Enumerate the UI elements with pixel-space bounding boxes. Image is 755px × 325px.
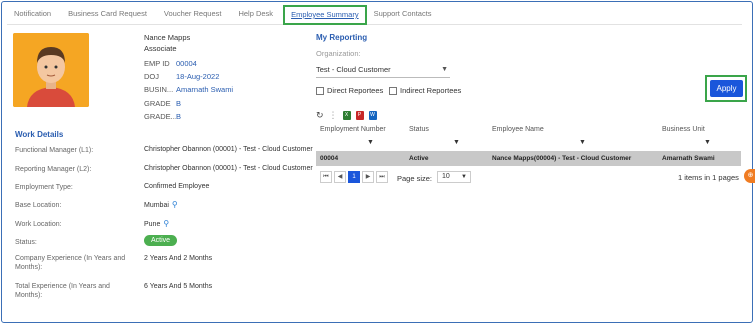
wd-label-employment-type: Employment Type:	[15, 184, 73, 191]
status-badge: Active	[144, 235, 178, 246]
employee-name: Nance Mapps	[144, 33, 191, 42]
grid-pager: ⏮ ◀ 1 ▶ ⏭ Page size: 10 ▼ 1 items in 1 pa…	[316, 170, 741, 187]
field-emp-id: EMP ID 00004	[144, 59, 197, 68]
page-size-label: Page size:	[397, 174, 433, 183]
cell-employment-number: 00004	[320, 155, 339, 162]
my-reporting-title: My Reporting	[316, 33, 368, 42]
wd-value-work-location: Pune ⚲	[144, 219, 170, 228]
field-business-unit: BUSIN... Amarnath Swami	[144, 85, 234, 94]
tab-employee-summary[interactable]: Employee Summary	[283, 5, 367, 25]
wd-label-company-experience: Company Experience (In Years and Months)…	[15, 255, 126, 271]
column-header-employee-name[interactable]: Employee Name	[492, 126, 544, 133]
tab-business-card-request[interactable]: Business Card Request	[61, 5, 157, 25]
work-details-title: Work Details	[15, 130, 64, 139]
filter-icon[interactable]: ▼	[367, 139, 374, 146]
filter-icon[interactable]: ▼	[579, 139, 586, 146]
grid-toolbar: ↻ ⋮ X P W	[316, 109, 377, 122]
wd-label-work-location: Work Location:	[15, 221, 62, 228]
tab-support-contacts[interactable]: Support Contacts	[367, 5, 442, 25]
location-pin-icon: ⚲	[163, 219, 170, 228]
prev-page-icon[interactable]: ◀	[334, 171, 346, 183]
excel-export-icon[interactable]: X	[342, 111, 351, 120]
last-page-icon[interactable]: ⏭	[376, 171, 388, 183]
checkbox-box[interactable]	[389, 86, 397, 95]
cell-employee-name: Nance Mapps(00004) - Test - Cloud Custom…	[492, 155, 632, 162]
direct-reportees-checkbox[interactable]: Direct Reportees	[316, 86, 383, 95]
table-row[interactable]: 00004 Active Nance Mapps(00004) - Test -…	[316, 151, 741, 166]
tab-help-desk[interactable]: Help Desk	[231, 5, 283, 25]
refresh-icon[interactable]: ↻	[316, 110, 324, 121]
wd-value-functional-manager: Christopher Obannon (00001) - Test - Clo…	[144, 146, 313, 153]
wd-value-base-location: Mumbai ⚲	[144, 200, 178, 209]
pdf-export-icon[interactable]: P	[355, 111, 364, 120]
filter-icon[interactable]: ▼	[453, 139, 460, 146]
wd-value-status: Active	[144, 235, 178, 246]
grid-filter-row: ▼ ▼ ▼ ▼	[316, 139, 741, 150]
location-pin-icon: ⚲	[171, 200, 178, 209]
wd-label-status: Status:	[15, 239, 37, 246]
avatar-illustration	[13, 33, 89, 107]
field-doj: DOJ 18-Aug-2022	[144, 72, 220, 81]
wd-label-reporting-manager: Reporting Manager (L2):	[15, 166, 92, 173]
field-grade: GRADE B	[144, 99, 182, 108]
column-header-business-unit[interactable]: Business Unit	[662, 126, 705, 133]
wd-label-total-experience: Total Experience (In Years and Months):	[15, 283, 110, 299]
checkbox-box[interactable]	[316, 86, 324, 95]
column-header-status[interactable]: Status	[409, 126, 429, 133]
cell-status: Active	[409, 155, 429, 162]
organization-select[interactable]: Test - Cloud Customer ▼	[316, 65, 450, 78]
apply-button[interactable]: Apply	[710, 80, 743, 97]
next-page-icon[interactable]: ▶	[362, 171, 374, 183]
employee-role: Associate	[144, 44, 177, 53]
organization-label: Organization:	[316, 49, 361, 58]
side-widget-icon[interactable]: ⊕	[744, 169, 755, 183]
apply-highlight: Apply	[705, 75, 747, 102]
indirect-reportees-checkbox[interactable]: Indirect Reportees	[389, 86, 461, 95]
filter-icon[interactable]: ▼	[704, 139, 711, 146]
more-vertical-icon[interactable]: ⋮	[329, 110, 338, 121]
column-header-employment-number[interactable]: Employment Number	[320, 126, 386, 133]
cell-business-unit: Amarnath Swami	[662, 155, 715, 162]
word-export-icon[interactable]: W	[368, 111, 377, 120]
field-grade-2: GRADE...B	[144, 112, 182, 121]
avatar	[13, 33, 89, 107]
wd-value-reporting-manager: Christopher Obannon (00001) - Test - Clo…	[144, 165, 313, 172]
grid-header: Employment Number Status Employee Name B…	[316, 124, 741, 138]
page-size-select[interactable]: 10 ▼	[437, 171, 471, 183]
pager-info: 1 items in 1 pages	[678, 173, 739, 182]
chevron-down-icon: ▼	[461, 174, 467, 180]
wd-label-base-location: Base Location:	[15, 202, 62, 209]
wd-value-employment-type: Confirmed Employee	[144, 183, 210, 190]
wd-label-functional-manager: Functional Manager (L1):	[15, 147, 94, 154]
tab-notification[interactable]: Notification	[7, 5, 61, 25]
page-number-current[interactable]: 1	[348, 171, 360, 183]
wd-value-total-experience: 6 Years And 5 Months	[144, 283, 213, 290]
chevron-down-icon: ▼	[441, 66, 448, 73]
wd-value-company-experience: 2 Years And 2 Months	[144, 255, 213, 262]
tab-voucher-request[interactable]: Voucher Request	[157, 5, 232, 25]
tab-bar: Notification Business Card Request Vouch…	[7, 5, 742, 25]
first-page-icon[interactable]: ⏮	[320, 171, 332, 183]
